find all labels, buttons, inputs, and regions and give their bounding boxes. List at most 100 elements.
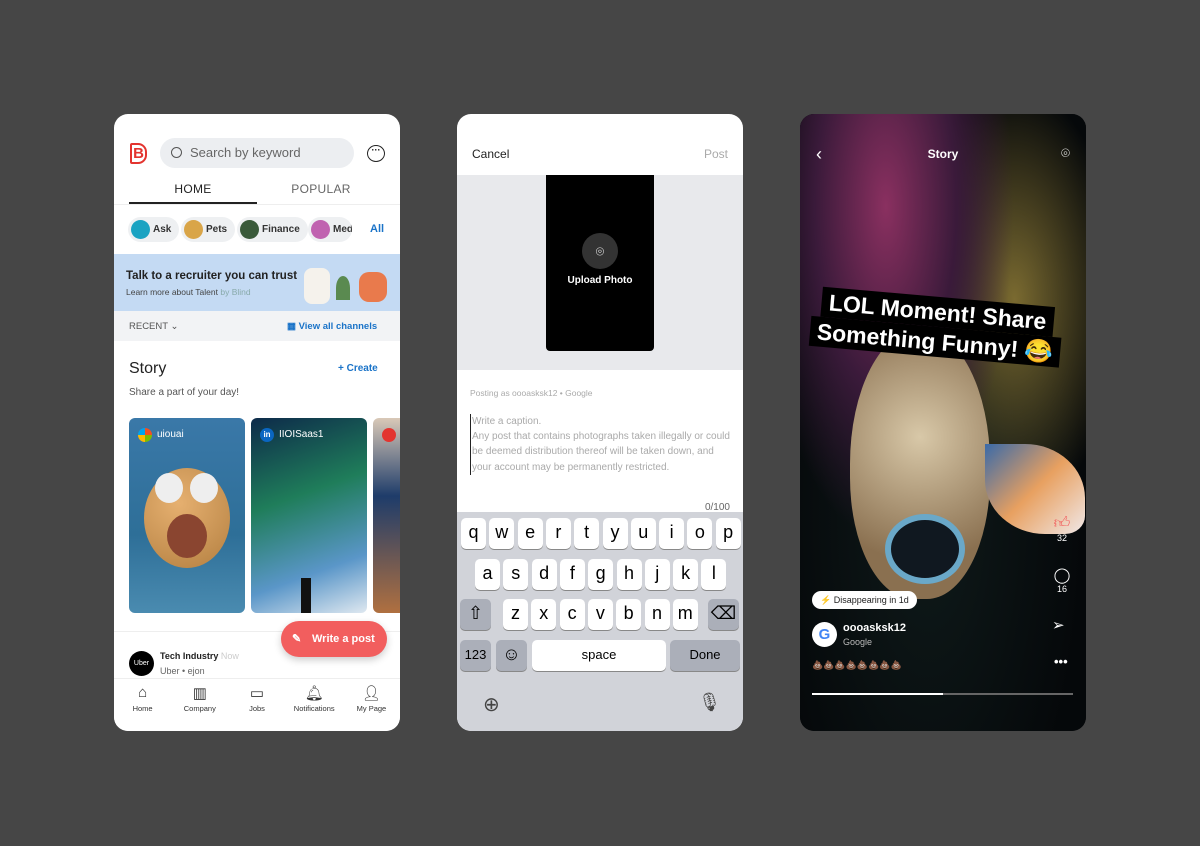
key-q[interactable]: q (461, 518, 486, 549)
post-meta: Uber • ejon (160, 666, 205, 676)
banner-sub: Learn more about Talent by Blind (126, 287, 251, 297)
key-v[interactable]: v (587, 599, 613, 630)
space-key[interactable]: space (532, 640, 666, 671)
chip-pets[interactable]: Pets (181, 217, 236, 242)
key-y[interactable]: y (602, 518, 628, 549)
fish-mouth (885, 514, 965, 584)
key-l[interactable]: l (701, 559, 727, 590)
chat-icon[interactable]: ··· (367, 145, 385, 162)
illustration-plant (336, 276, 350, 300)
camera-add-icon: ⌾ (582, 233, 618, 269)
nav-company[interactable]: ▥ Company (171, 679, 228, 731)
key-x[interactable]: x (531, 599, 557, 630)
create-story-button[interactable]: + Create (338, 363, 378, 374)
key-m[interactable]: m (672, 599, 698, 630)
emoji-key[interactable]: ☺ (496, 640, 527, 671)
microphone-icon[interactable]: 🎙︎ (698, 692, 721, 713)
key-c[interactable]: c (559, 599, 585, 630)
key-h[interactable]: h (616, 559, 642, 590)
key-d[interactable]: d (531, 559, 557, 590)
key-t[interactable]: t (574, 518, 600, 549)
home-icon: ⌂ (138, 684, 148, 701)
search-input[interactable]: Search by keyword (160, 138, 354, 168)
divider (114, 204, 400, 205)
post-channel[interactable]: Tech Industry Now (160, 651, 239, 661)
illustration-person-2 (359, 272, 387, 302)
caption-input[interactable]: Write a caption. Any post that contains p… (470, 414, 735, 475)
shift-key[interactable]: ⇧ (460, 599, 491, 630)
cancel-button[interactable]: Cancel (472, 147, 509, 161)
key-f[interactable]: f (559, 559, 585, 590)
briefcase-icon: ▭ (249, 685, 265, 702)
done-key[interactable]: Done (670, 640, 740, 671)
key-u[interactable]: u (630, 518, 656, 549)
camera-add-icon[interactable]: ⌾ (1061, 145, 1070, 162)
nav-home[interactable]: ⌂ Home (114, 679, 171, 731)
story-progress-fill (812, 693, 943, 695)
key-g[interactable]: g (588, 559, 614, 590)
nav-jobs[interactable]: ▭ Jobs (228, 679, 285, 731)
recent-dropdown[interactable]: RECENT ⌄ (129, 321, 179, 332)
story-card[interactable]: in IIOISaas1 (251, 418, 367, 613)
tab-popular[interactable]: POPULAR (257, 182, 385, 196)
key-s[interactable]: s (503, 559, 529, 590)
chips-all-link[interactable]: All (370, 223, 384, 235)
talent-banner[interactable]: Talk to a recruiter you can trust Learn … (114, 254, 400, 311)
globe-icon[interactable]: ⊕ (483, 692, 500, 717)
google-avatar[interactable]: G (812, 622, 837, 647)
chip-finance[interactable]: Finance (237, 217, 308, 242)
chip-med[interactable]: Med (308, 217, 352, 242)
story-caption: 💩💩💩💩💩💩💩💩 (812, 660, 902, 670)
write-post-button[interactable]: ✎ Write a post (281, 621, 387, 657)
more-icon[interactable]: ••• (1054, 654, 1068, 669)
key-b[interactable]: b (616, 599, 642, 630)
key-j[interactable]: j (644, 559, 670, 590)
pencil-icon: ✎ (292, 633, 302, 645)
nav-my-page[interactable]: 👤︎ My Page (343, 679, 400, 731)
recent-bar: RECENT ⌄ ▦ View all channels (114, 311, 400, 341)
post-button[interactable]: Post (704, 147, 728, 161)
view-all-channels-link[interactable]: ▦ View all channels (287, 321, 377, 332)
banner-title: Talk to a recruiter you can trust (126, 270, 298, 282)
like-button[interactable]: 👍︎ 32 (1050, 514, 1074, 543)
bottom-nav: ⌂ Home ▥ Company ▭ Jobs 🔔︎ Notifications 👤︎ M… (114, 678, 400, 731)
nav-notifications[interactable]: 🔔︎ Notifications (286, 679, 343, 731)
upload-photo-button[interactable]: ⌾ Upload Photo (546, 175, 654, 351)
story-username[interactable]: oooasksk12 (843, 622, 906, 634)
numbers-key[interactable]: 123 (460, 640, 491, 671)
disappearing-badge: ⚡ Disappearing in 1d (812, 591, 917, 609)
share-icon[interactable]: ➢ (1052, 616, 1065, 634)
key-e[interactable]: e (517, 518, 543, 549)
blind-logo[interactable]: B (130, 143, 147, 164)
story-company: Google (843, 637, 873, 647)
key-n[interactable]: n (644, 599, 670, 630)
key-z[interactable]: z (503, 599, 528, 630)
key-p[interactable]: p (715, 518, 741, 549)
search-placeholder: Search by keyword (190, 145, 301, 160)
story-title: Story (129, 360, 167, 377)
key-w[interactable]: w (489, 518, 515, 549)
story-progress-bar (812, 693, 1073, 695)
bell-icon: 🔔︎ (304, 685, 324, 702)
backspace-key[interactable]: ⌫ (708, 599, 739, 630)
key-k[interactable]: k (673, 559, 699, 590)
home-screen: B Search by keyword ··· HOME POPULAR Ask… (114, 114, 400, 731)
uber-avatar: Uber (129, 651, 154, 676)
key-o[interactable]: o (687, 518, 713, 549)
compose-screen: Cancel Post ⌾ Upload Photo Posting as oo… (457, 114, 743, 731)
story-card[interactable]: uiouai (129, 418, 245, 613)
story-title: Story (927, 147, 959, 161)
comment-button[interactable]: ◯ 16 (1050, 566, 1074, 594)
comment-icon: ◯ (1053, 567, 1071, 584)
thumbs-up-icon: 👍︎ (1053, 515, 1071, 532)
story-card[interactable] (373, 418, 400, 613)
person-icon: 👤︎ (361, 685, 381, 702)
key-a[interactable]: a (475, 559, 500, 590)
key-i[interactable]: i (659, 518, 685, 549)
chip-ask[interactable]: Ask (128, 217, 180, 242)
keyboard: ⊕ 🎙︎ q w e r t y u i o p a s d f g h j k l ⇧ z x c v b n m ⌫ 123 ☺ spa… (457, 512, 743, 731)
key-r[interactable]: r (545, 518, 571, 549)
story-subtitle: Share a part of your day! (129, 387, 240, 398)
tab-home[interactable]: HOME (129, 182, 257, 196)
building-icon: ▥ (192, 685, 207, 702)
